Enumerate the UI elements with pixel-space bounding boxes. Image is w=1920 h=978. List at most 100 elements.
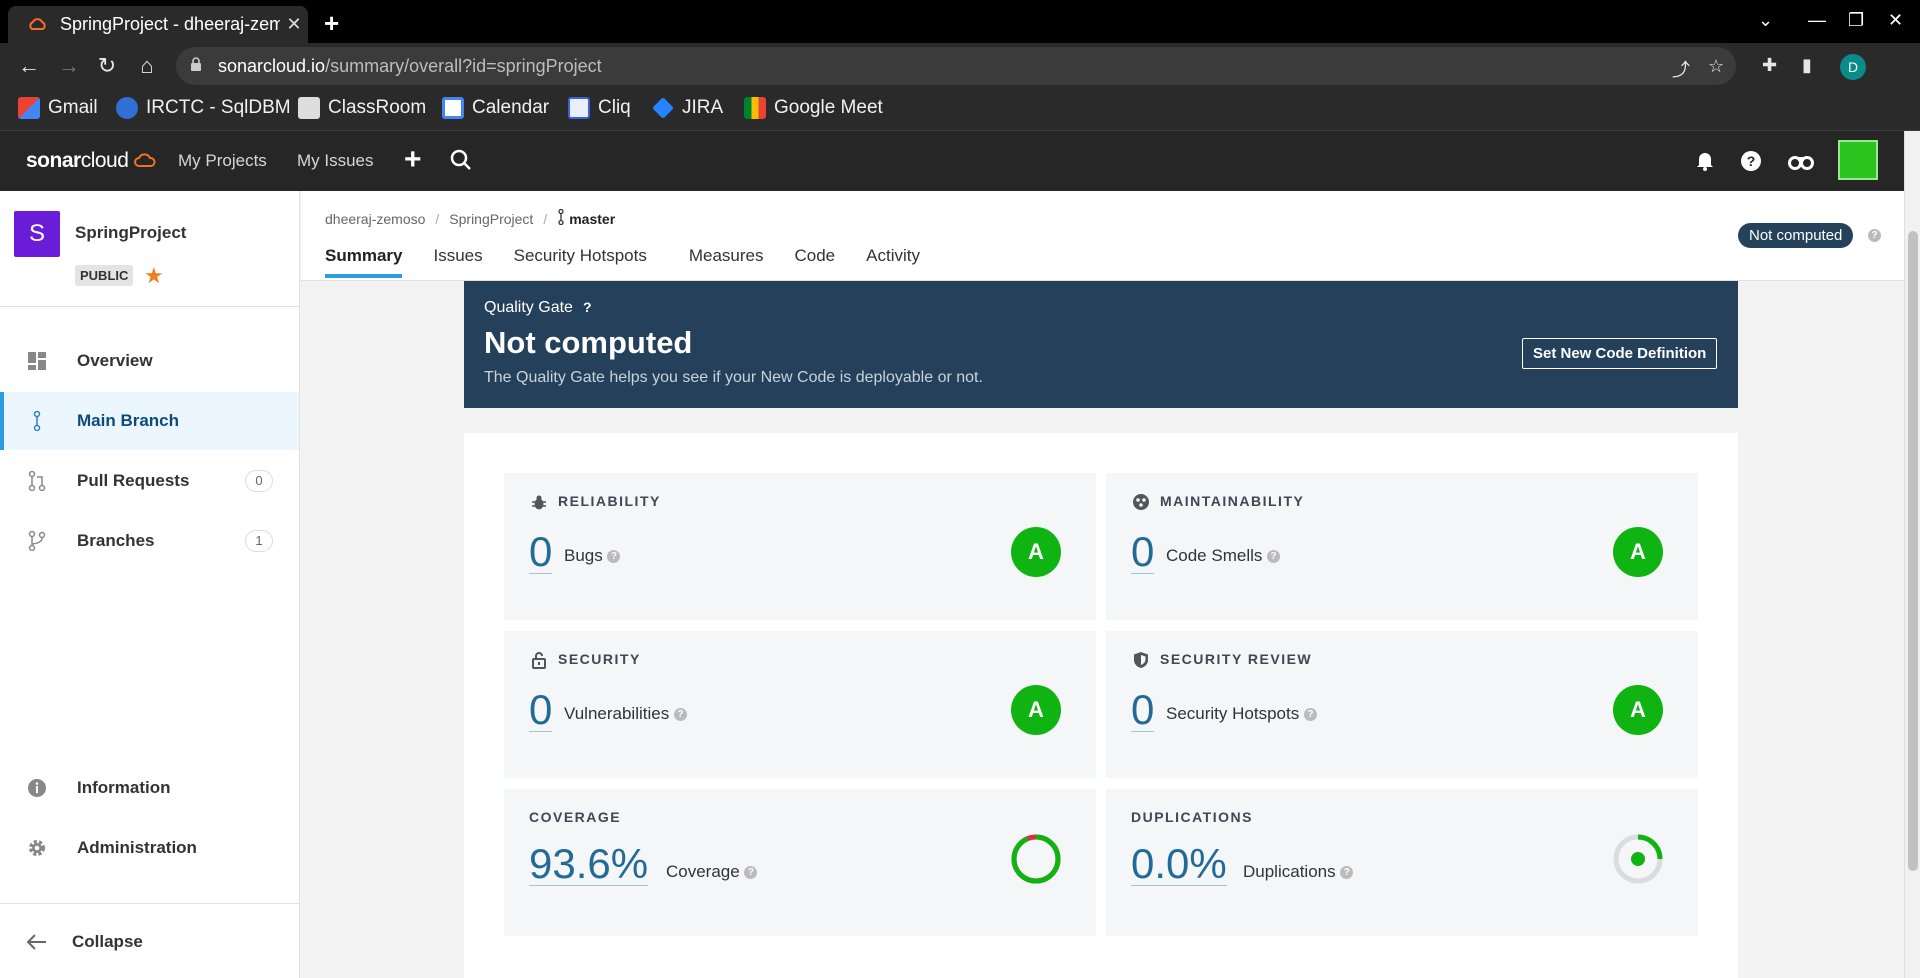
- security-hotspots-help-icon[interactable]: ?: [1303, 708, 1317, 722]
- sidebar-item-branches[interactable]: Branches 1: [0, 512, 299, 570]
- share-icon[interactable]: ⤴: [1672, 56, 1690, 82]
- duplications-value[interactable]: 0.0%: [1131, 843, 1227, 886]
- maintainability-rating-badge[interactable]: A: [1613, 527, 1663, 577]
- minimize-icon[interactable]: —: [1808, 10, 1826, 31]
- restore-icon[interactable]: ❐: [1848, 10, 1864, 31]
- project-name[interactable]: SpringProject: [75, 223, 186, 243]
- side-panel-icon[interactable]: ▮: [1802, 55, 1812, 76]
- sidebar-item-pull-requests[interactable]: Pull Requests 0: [0, 452, 299, 510]
- sidebar-item-information[interactable]: Information: [0, 759, 299, 817]
- notifications-bell-icon[interactable]: [1696, 151, 1714, 176]
- plus-icon[interactable]: +: [404, 143, 422, 177]
- browser-tab-bar: SpringProject - dheeraj-zemoso ✕ + ⌄ — ❐…: [0, 0, 1920, 43]
- info-icon: [26, 777, 48, 799]
- maintainability-icon: [1132, 493, 1150, 511]
- git-branch-icon: [26, 530, 48, 552]
- code-smells-help-icon[interactable]: ?: [1267, 550, 1281, 564]
- user-avatar[interactable]: [1838, 140, 1878, 180]
- bookmark-jira[interactable]: JIRA: [652, 97, 723, 119]
- bookmark-google-meet[interactable]: Google Meet: [744, 97, 883, 119]
- project-tabs: Summary Issues Security Hotspots Measure…: [325, 246, 951, 278]
- sonarcloud-favicon-icon: [28, 15, 48, 35]
- reliability-title: RELIABILITY: [558, 493, 661, 509]
- forward-icon[interactable]: →: [54, 53, 84, 79]
- sidebar-item-main-branch[interactable]: Main Branch: [0, 392, 299, 450]
- bugs-help-icon[interactable]: ?: [607, 550, 621, 564]
- back-icon[interactable]: ←: [14, 53, 44, 79]
- duplications-help-icon[interactable]: ?: [1340, 866, 1354, 880]
- bookmark-gmail[interactable]: Gmail: [18, 97, 98, 119]
- code-smells-value[interactable]: 0: [1131, 531, 1155, 574]
- favorite-star-icon[interactable]: ★: [144, 263, 164, 289]
- help-icon[interactable]: ?: [1740, 150, 1762, 177]
- tab-issues[interactable]: Issues: [433, 246, 482, 278]
- maintainability-title: MAINTAINABILITY: [1160, 493, 1305, 509]
- browser-tab[interactable]: SpringProject - dheeraj-zemoso ✕: [8, 6, 308, 43]
- tab-security-hotspots[interactable]: Security Hotspots: [514, 246, 647, 278]
- security-rating-badge[interactable]: A: [1011, 685, 1061, 735]
- new-tab-button[interactable]: +: [324, 8, 339, 39]
- lock-icon: [190, 57, 202, 77]
- coverage-value[interactable]: 93.6%: [529, 843, 649, 886]
- shield-icon: [1132, 651, 1150, 669]
- bugs-value[interactable]: 0: [529, 531, 553, 574]
- duplications-donut-chart[interactable]: [1612, 833, 1664, 885]
- nav-my-issues[interactable]: My Issues: [297, 151, 374, 171]
- browser-toolbar: ← → ↻ ⌂ sonarcloud.io/summary/overall?id…: [0, 43, 1920, 89]
- classroom-icon: [298, 97, 320, 119]
- sonarcloud-logo[interactable]: sonarcloud: [26, 149, 156, 173]
- breadcrumb-branch[interactable]: master: [569, 211, 615, 227]
- breadcrumb-org[interactable]: dheeraj-zemoso: [325, 211, 425, 227]
- address-bar[interactable]: sonarcloud.io/summary/overall?id=springP…: [176, 47, 1736, 85]
- project-avatar: S: [14, 211, 60, 257]
- reload-icon[interactable]: ↻: [92, 53, 122, 79]
- nav-my-projects[interactable]: My Projects: [178, 151, 267, 171]
- tab-summary[interactable]: Summary: [325, 246, 403, 278]
- home-icon[interactable]: ⌂: [132, 53, 162, 79]
- close-window-icon[interactable]: ✕: [1888, 10, 1903, 31]
- security-review-rating-badge[interactable]: A: [1613, 685, 1663, 735]
- security-title: SECURITY: [558, 651, 641, 667]
- reliability-rating-badge[interactable]: A: [1011, 527, 1061, 577]
- vulnerabilities-help-icon[interactable]: ?: [673, 708, 687, 722]
- extensions-icon[interactable]: ✚: [1762, 55, 1777, 76]
- dashboard-icon: [26, 350, 48, 372]
- tab-code[interactable]: Code: [795, 246, 836, 278]
- bookmark-calendar[interactable]: Calendar: [442, 97, 549, 119]
- pull-requests-count: 0: [245, 470, 273, 492]
- bookmark-irctc[interactable]: IRCTC - SqlDBM: [116, 97, 291, 119]
- google-meet-icon: [744, 97, 766, 119]
- visibility-badge: PUBLIC: [75, 265, 134, 286]
- sidebar-collapse-button[interactable]: Collapse: [0, 913, 299, 971]
- page-scrollbar[interactable]: [1904, 131, 1920, 978]
- bookmark-star-icon[interactable]: ☆: [1708, 56, 1724, 77]
- branch-icon: [557, 208, 565, 228]
- bookmark-classroom[interactable]: ClassRoom: [298, 97, 426, 119]
- tab-activity[interactable]: Activity: [866, 246, 920, 278]
- breadcrumb-project[interactable]: SpringProject: [449, 211, 533, 227]
- tab-measures[interactable]: Measures: [689, 246, 764, 278]
- tab-close-icon[interactable]: ✕: [280, 14, 308, 35]
- sidebar-item-administration[interactable]: Administration: [0, 819, 299, 877]
- search-icon[interactable]: [450, 149, 472, 176]
- coverage-donut-chart[interactable]: [1010, 833, 1062, 885]
- reliability-card: RELIABILITY 0 Bugs ? A: [504, 473, 1096, 620]
- calendar-icon: [442, 97, 464, 119]
- bug-icon: [530, 493, 548, 511]
- status-help-icon[interactable]: ?: [1868, 229, 1881, 242]
- sidebar-item-overview[interactable]: Overview: [0, 332, 299, 390]
- breadcrumb: dheeraj-zemoso / SpringProject / master: [325, 208, 616, 228]
- security-hotspots-value[interactable]: 0: [1131, 689, 1155, 732]
- bookmark-cliq[interactable]: Cliq: [568, 97, 631, 119]
- scrollbar-thumb[interactable]: [1908, 231, 1918, 871]
- security-hotspots-label: Security Hotspots ?: [1166, 704, 1317, 724]
- set-new-code-definition-button[interactable]: Set New Code Definition: [1522, 338, 1718, 369]
- binoculars-icon[interactable]: [1788, 152, 1814, 175]
- vulnerabilities-value[interactable]: 0: [529, 689, 553, 732]
- tab-search-icon[interactable]: ⌄: [1758, 10, 1773, 31]
- status-badge: Not computed: [1738, 223, 1854, 248]
- coverage-help-icon[interactable]: ?: [744, 866, 758, 880]
- profile-avatar[interactable]: D: [1840, 54, 1866, 80]
- quality-gate-help-icon[interactable]: ?: [583, 299, 592, 315]
- database-icon: [116, 97, 138, 119]
